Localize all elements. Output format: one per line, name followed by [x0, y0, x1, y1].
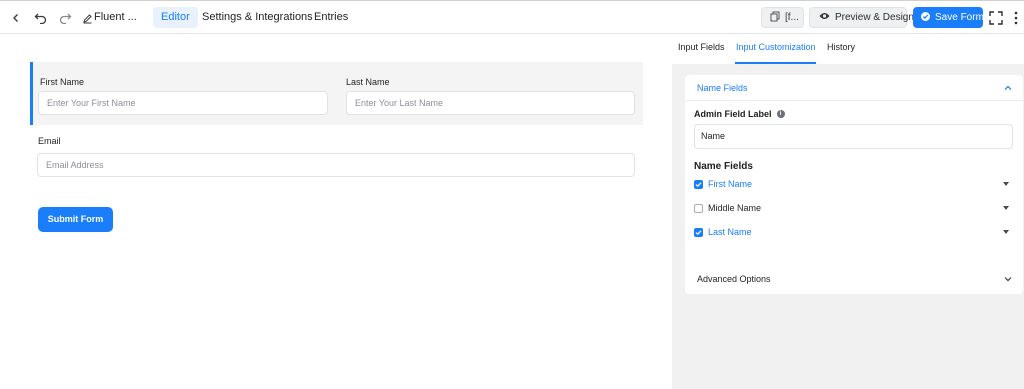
admin-field-label-heading: Admin Field Label i — [694, 109, 785, 119]
last-name-label: Last Name — [346, 77, 390, 87]
tab-history[interactable]: History — [827, 42, 855, 52]
save-form-label: Save Form — [935, 12, 984, 23]
preview-design-label: Preview & Design — [835, 12, 914, 23]
last-name-option-label: Last Name — [708, 227, 752, 237]
name-fields-panel: Name Fields Admin Field Label i Name Nam… — [685, 75, 1023, 294]
caret-down-icon[interactable] — [1003, 206, 1009, 210]
name-fields-panel-header[interactable]: Name Fields — [685, 75, 1023, 101]
save-form-button[interactable]: Save Form — [913, 7, 984, 28]
name-field-row-last[interactable]: Last Name — [694, 226, 1013, 240]
sidebar-tabs: Input Fields Input Customization History — [672, 34, 1024, 64]
tab-settings-integrations[interactable]: Settings & Integrations — [202, 11, 313, 23]
admin-field-label-text: Admin Field Label — [694, 109, 772, 119]
panel-title: Name Fields — [697, 83, 748, 93]
info-icon[interactable]: i — [776, 110, 785, 118]
copy-shortcode-button[interactable]: [f... — [761, 7, 804, 28]
caret-down-icon[interactable] — [1003, 182, 1009, 186]
email-input[interactable]: Email Address — [37, 153, 635, 177]
copy-shortcode-label: [f... — [785, 12, 799, 23]
name-fields-heading: Name Fields — [694, 161, 753, 172]
settings-sidebar: Input Fields Input Customization History… — [672, 34, 1024, 389]
tab-editor[interactable]: Editor — [153, 7, 198, 28]
last-name-checkbox[interactable] — [694, 228, 703, 237]
tab-input-customization[interactable]: Input Customization — [736, 42, 816, 52]
check-circle-icon — [921, 11, 930, 24]
more-options-icon[interactable] — [1008, 10, 1024, 26]
caret-down-icon[interactable] — [1003, 230, 1009, 234]
fullscreen-icon[interactable] — [988, 10, 1004, 26]
active-tab-indicator — [735, 62, 816, 64]
redo-icon[interactable] — [57, 10, 73, 26]
back-chevron-icon[interactable] — [8, 10, 24, 26]
preview-design-button[interactable]: Preview & Design — [809, 7, 914, 28]
advanced-options-panel[interactable]: Advanced Options — [685, 266, 1023, 293]
chevron-down-icon[interactable] — [1003, 274, 1013, 284]
email-label: Email — [38, 136, 61, 146]
first-name-label: First Name — [40, 77, 85, 87]
eye-icon — [819, 12, 830, 23]
tab-input-fields[interactable]: Input Fields — [678, 42, 725, 52]
form-title[interactable]: Fluent ... — [94, 11, 137, 23]
copy-icon — [770, 11, 780, 25]
name-field-row-first[interactable]: First Name — [694, 178, 1013, 192]
chevron-up-icon[interactable] — [1003, 83, 1013, 93]
first-name-option-label: First Name — [708, 179, 753, 189]
undo-icon[interactable] — [32, 10, 48, 26]
first-name-input[interactable]: Enter Your First Name — [38, 91, 328, 115]
edit-pencil-icon[interactable] — [79, 10, 95, 26]
last-name-input[interactable]: Enter Your Last Name — [346, 91, 635, 115]
advanced-options-title: Advanced Options — [697, 274, 771, 284]
tab-entries[interactable]: Entries — [314, 11, 348, 23]
first-name-checkbox[interactable] — [694, 180, 703, 189]
name-field-row-middle[interactable]: Middle Name — [694, 202, 1013, 216]
top-toolbar: Fluent ... Editor Settings & Integration… — [0, 0, 1024, 34]
admin-field-label-input[interactable]: Name — [694, 124, 1013, 149]
middle-name-option-label: Middle Name — [708, 203, 762, 213]
middle-name-checkbox[interactable] — [694, 204, 703, 213]
submit-form-button[interactable]: Submit Form — [38, 207, 113, 232]
